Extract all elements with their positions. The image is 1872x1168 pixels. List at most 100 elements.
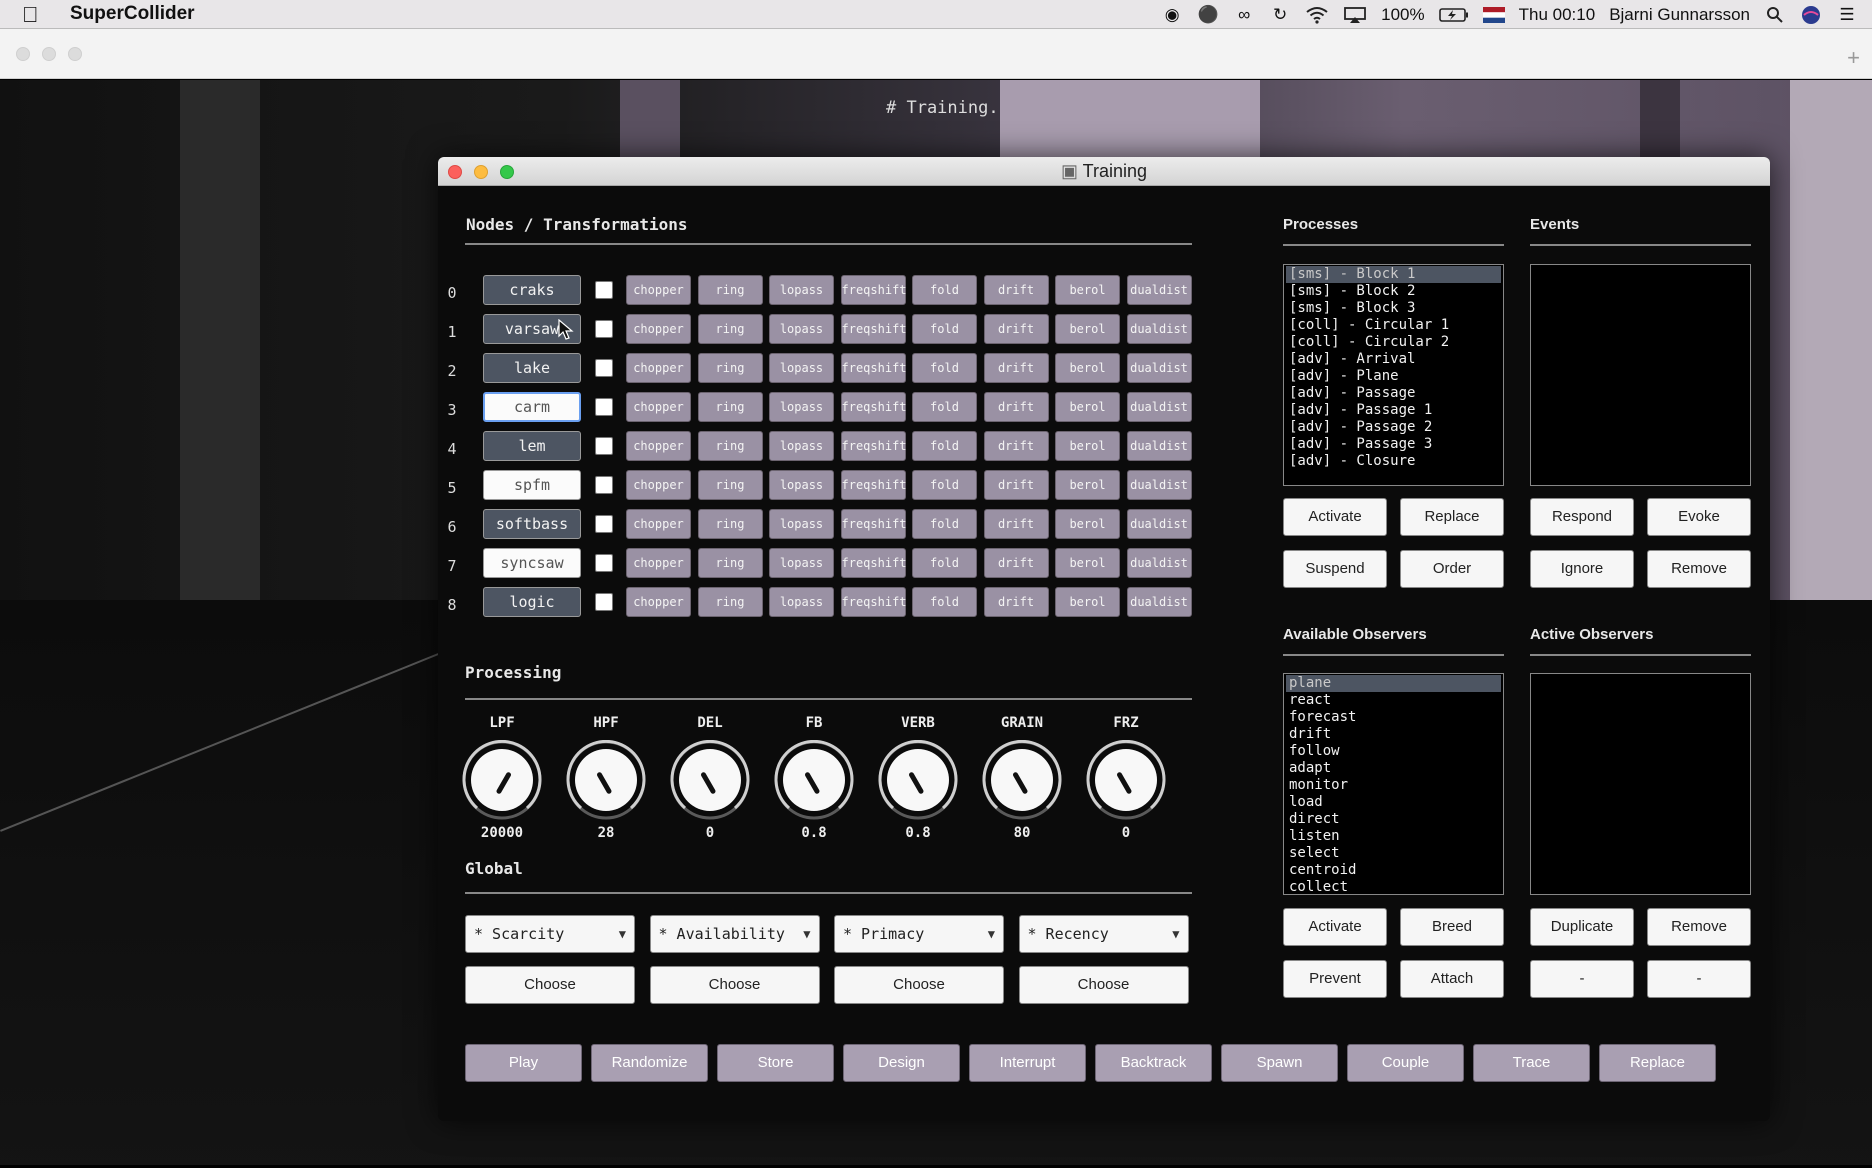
active-observers-remove-button-1[interactable]: Remove <box>1647 908 1751 946</box>
transform-lopass-button[interactable]: lopass <box>769 470 834 500</box>
transform-ring-button[interactable]: ring <box>697 314 763 344</box>
transform-dualdist-button[interactable]: dualdist <box>1126 275 1192 305</box>
transform-freqshift-button[interactable]: freqshift <box>840 587 907 617</box>
node-checkbox[interactable] <box>595 515 613 533</box>
node-button-lake[interactable]: lake <box>483 353 581 383</box>
transform-drift-button[interactable]: drift <box>983 509 1049 539</box>
global-choose-button[interactable]: Choose <box>465 966 635 1004</box>
available-observers-attach-button-3[interactable]: Attach <box>1400 960 1504 998</box>
bottom-play-button[interactable]: Play <box>465 1044 582 1082</box>
list-item[interactable]: [adv] - Passage 2 <box>1286 419 1501 436</box>
node-checkbox[interactable] <box>595 476 613 494</box>
transform-freqshift-button[interactable]: freqshift <box>840 353 907 383</box>
node-checkbox[interactable] <box>595 320 613 338</box>
transform-chopper-button[interactable]: chopper <box>626 314 691 344</box>
processes-replace-button-1[interactable]: Replace <box>1400 498 1504 536</box>
panel-list-events[interactable] <box>1530 264 1751 486</box>
window-close-button[interactable] <box>448 165 462 179</box>
transform-freqshift-button[interactable]: freqshift <box>840 431 907 461</box>
knob-hpf[interactable] <box>566 739 646 820</box>
transform-fold-button[interactable]: fold <box>912 392 977 422</box>
list-item[interactable]: [adv] - Plane <box>1286 368 1501 385</box>
available-observers-prevent-button-2[interactable]: Prevent <box>1283 960 1387 998</box>
knob-del[interactable] <box>670 739 750 820</box>
transform-drift-button[interactable]: drift <box>983 314 1049 344</box>
transform-lopass-button[interactable]: lopass <box>769 548 834 578</box>
list-item[interactable]: [adv] - Closure <box>1286 453 1501 470</box>
transform-freqshift-button[interactable]: freqshift <box>840 470 907 500</box>
wifi-icon[interactable] <box>1305 4 1329 26</box>
transform-ring-button[interactable]: ring <box>697 431 763 461</box>
transform-berol-button[interactable]: berol <box>1055 392 1120 422</box>
balloon-icon[interactable]: ⚫ <box>1197 4 1219 26</box>
node-button-logic[interactable]: logic <box>483 587 581 617</box>
list-item[interactable]: plane <box>1286 675 1501 692</box>
transform-berol-button[interactable]: berol <box>1055 314 1120 344</box>
transform-lopass-button[interactable]: lopass <box>769 353 834 383</box>
transform-ring-button[interactable]: ring <box>697 548 763 578</box>
record-icon[interactable]: ◉ <box>1161 4 1183 26</box>
transform-ring-button[interactable]: ring <box>697 392 763 422</box>
transform-chopper-button[interactable]: chopper <box>626 353 691 383</box>
global-choose-button[interactable]: Choose <box>1018 966 1189 1004</box>
battery-icon[interactable] <box>1438 4 1469 26</box>
list-item[interactable]: collect <box>1286 879 1501 894</box>
doc-close-button[interactable] <box>16 47 30 61</box>
global-choose-button[interactable]: Choose <box>834 966 1004 1004</box>
node-button-craks[interactable]: craks <box>483 275 581 305</box>
list-item[interactable]: direct <box>1286 811 1501 828</box>
transform-berol-button[interactable]: berol <box>1055 353 1120 383</box>
node-button-softbass[interactable]: softbass <box>483 509 581 539</box>
panel-list-active-observers[interactable] <box>1530 673 1751 895</box>
transform-drift-button[interactable]: drift <box>983 353 1049 383</box>
transform-ring-button[interactable]: ring <box>697 470 763 500</box>
apple-icon[interactable]:  <box>22 2 39 28</box>
list-item[interactable]: monitor <box>1286 777 1501 794</box>
node-checkbox[interactable] <box>595 359 613 377</box>
transform-dualdist-button[interactable]: dualdist <box>1126 353 1192 383</box>
node-checkbox[interactable] <box>595 437 613 455</box>
bottom-spawn-button[interactable]: Spawn <box>1221 1044 1338 1082</box>
bottom-design-button[interactable]: Design <box>843 1044 960 1082</box>
transform-lopass-button[interactable]: lopass <box>769 392 834 422</box>
transform-fold-button[interactable]: fold <box>912 353 977 383</box>
transform-fold-button[interactable]: fold <box>912 275 977 305</box>
list-item[interactable]: select <box>1286 845 1501 862</box>
list-item[interactable]: [coll] - Circular 1 <box>1286 317 1501 334</box>
doc-minimize-button[interactable] <box>42 47 56 61</box>
transform-drift-button[interactable]: drift <box>983 275 1049 305</box>
notification-icon[interactable]: ☰ <box>1836 4 1858 26</box>
global-select-3[interactable]: * Recency ▼ <box>1018 915 1189 953</box>
list-item[interactable]: follow <box>1286 743 1501 760</box>
processes-activate-button-0[interactable]: Activate <box>1283 498 1387 536</box>
transform-berol-button[interactable]: berol <box>1055 587 1120 617</box>
transform-lopass-button[interactable]: lopass <box>769 587 834 617</box>
window-minimize-button[interactable] <box>474 165 488 179</box>
transform-lopass-button[interactable]: lopass <box>769 431 834 461</box>
transform-freqshift-button[interactable]: freqshift <box>840 392 907 422</box>
list-item[interactable]: drift <box>1286 726 1501 743</box>
list-item[interactable]: [adv] - Passage <box>1286 385 1501 402</box>
transform-freqshift-button[interactable]: freqshift <box>840 548 907 578</box>
node-button-syncsaw[interactable]: syncsaw <box>483 548 581 578</box>
bottom-randomize-button[interactable]: Randomize <box>591 1044 708 1082</box>
transform-ring-button[interactable]: ring <box>697 353 763 383</box>
transform-chopper-button[interactable]: chopper <box>626 587 691 617</box>
transform-berol-button[interactable]: berol <box>1055 548 1120 578</box>
time-machine-icon[interactable]: ↻ <box>1269 4 1291 26</box>
transform-chopper-button[interactable]: chopper <box>626 470 691 500</box>
siri-icon[interactable] <box>1800 4 1822 26</box>
active-observers--button-3[interactable]: - <box>1647 960 1751 998</box>
transform-chopper-button[interactable]: chopper <box>626 275 691 305</box>
global-select-1[interactable]: * Availability ▼ <box>649 915 820 953</box>
window-zoom-button[interactable] <box>500 165 514 179</box>
list-item[interactable]: forecast <box>1286 709 1501 726</box>
list-item[interactable]: [adv] - Passage 1 <box>1286 402 1501 419</box>
list-item[interactable]: [sms] - Block 2 <box>1286 283 1501 300</box>
transform-ring-button[interactable]: ring <box>697 275 763 305</box>
transform-drift-button[interactable]: drift <box>983 548 1049 578</box>
transform-dualdist-button[interactable]: dualdist <box>1126 392 1192 422</box>
transform-fold-button[interactable]: fold <box>912 548 977 578</box>
knob-grain[interactable] <box>982 739 1062 820</box>
transform-dualdist-button[interactable]: dualdist <box>1126 587 1192 617</box>
